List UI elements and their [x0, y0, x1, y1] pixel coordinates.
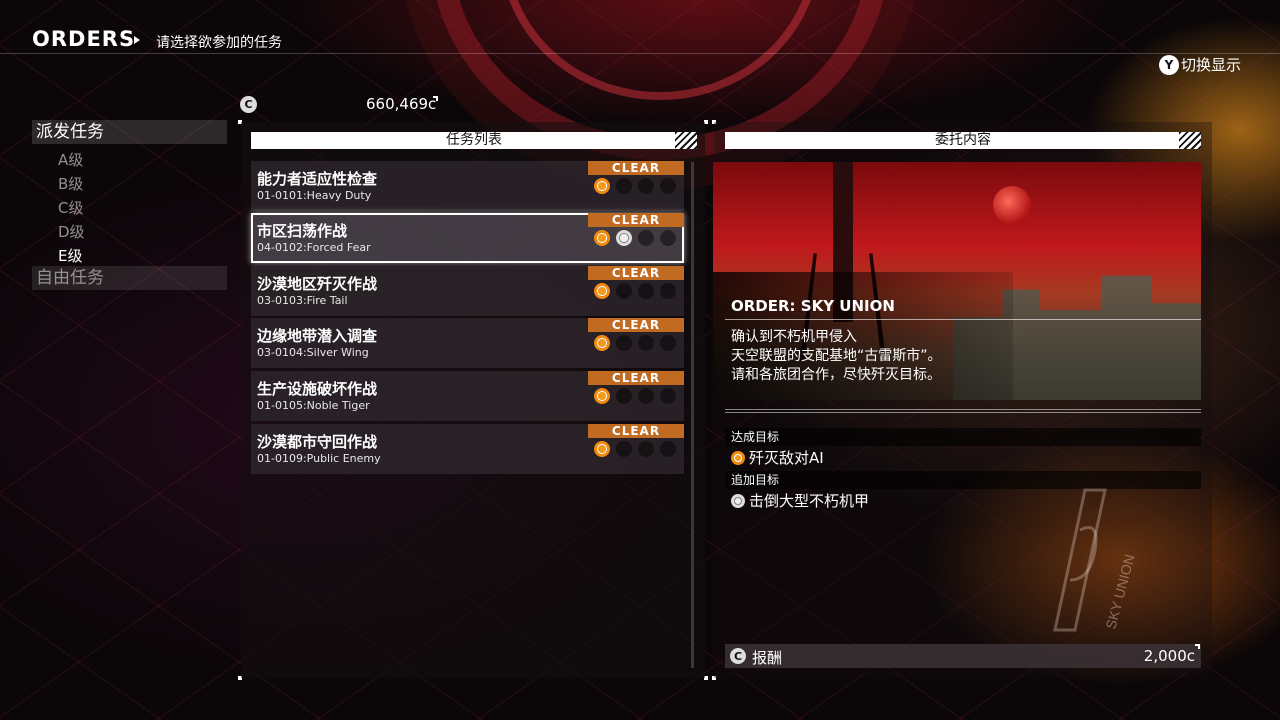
- empty-medal-icon: [616, 335, 632, 351]
- mission-row[interactable]: 沙漠地区歼灭作战 03-0103:Fire Tail CLEAR: [251, 266, 684, 316]
- clear-badge: CLEAR: [588, 266, 684, 280]
- toggle-display-button[interactable]: Y 切换显示: [1159, 54, 1241, 75]
- order-description-line: 确认到不朽机甲侵入: [731, 329, 857, 345]
- mission-code: 04-0102:Forced Fear: [257, 241, 371, 254]
- gold-medal-icon: [594, 283, 610, 299]
- toggle-display-label: 切换显示: [1181, 56, 1242, 74]
- credit-icon: C: [240, 96, 257, 113]
- mission-title: 生产设施破坏作战: [257, 380, 378, 398]
- empty-medal-icon: [638, 441, 654, 457]
- mission-title: 沙漠都市守回作战: [257, 433, 378, 451]
- order-description-line: 天空联盟的支配基地“古雷斯市”。: [731, 348, 942, 364]
- emblem-text: SKY UNION: [1102, 552, 1135, 630]
- mission-list-scrollbar[interactable]: [691, 162, 694, 668]
- empty-medal-icon: [660, 388, 676, 404]
- divider: [725, 412, 1201, 413]
- silver-medal-icon: [616, 230, 632, 246]
- sidebar-rank-a[interactable]: A级: [58, 149, 83, 170]
- top-header: ORDERS 请选择欲参加的任务: [0, 0, 1280, 54]
- empty-medal-icon: [616, 388, 632, 404]
- mission-row[interactable]: 边缘地带潜入调查 03-0104:Silver Wing CLEAR: [251, 318, 684, 368]
- medal-row: [594, 441, 676, 457]
- page-subtitle: 请选择欲参加的任务: [156, 35, 282, 51]
- mission-code: 03-0103:Fire Tail: [257, 294, 348, 307]
- divider: [725, 319, 1201, 320]
- breadcrumb-arrow-icon: [134, 36, 140, 44]
- sky-union-emblem: SKY UNION: [1053, 488, 1135, 632]
- preview-moon: [993, 186, 1031, 224]
- empty-medal-icon: [616, 178, 632, 194]
- sidebar-category-dispatch[interactable]: 派发任务: [32, 120, 227, 144]
- gold-medal-icon: [594, 441, 610, 457]
- reward-value: 2,000c: [1143, 647, 1195, 665]
- y-button-icon: Y: [1159, 54, 1179, 75]
- bonus-objective-text: 击倒大型不朽机甲: [749, 492, 870, 510]
- mission-title: 市区扫荡作战: [257, 222, 348, 240]
- mission-title: 沙漠地区歼灭作战: [257, 275, 378, 293]
- mission-row[interactable]: 沙漠都市守回作战 01-0109:Public Enemy CLEAR: [251, 424, 684, 474]
- mission-row[interactable]: 生产设施破坏作战 01-0105:Noble Tiger CLEAR: [251, 371, 684, 421]
- empty-medal-icon: [638, 283, 654, 299]
- mission-title: 能力者适应性检查: [257, 170, 378, 188]
- medal-row: [594, 178, 676, 194]
- corner-mark: [433, 96, 438, 101]
- empty-medal-icon: [660, 335, 676, 351]
- gold-medal-icon: [594, 178, 610, 194]
- empty-medal-icon: [616, 441, 632, 457]
- empty-medal-icon: [638, 335, 654, 351]
- credit-icon: C: [730, 648, 746, 664]
- sidebar-rank-b[interactable]: B级: [58, 173, 83, 194]
- mission-code: 03-0104:Silver Wing: [257, 346, 369, 359]
- mission-row-selected[interactable]: 市区扫荡作战 04-0102:Forced Fear CLEAR: [251, 213, 684, 263]
- reward-label: 报酬: [752, 649, 783, 667]
- order-description-line: 请和各旅团合作，尽快歼灭目标。: [731, 367, 941, 383]
- medal-row: [594, 335, 676, 351]
- mission-code: 01-0109:Public Enemy: [257, 452, 381, 465]
- gold-medal-icon: [594, 230, 610, 246]
- empty-medal-icon: [638, 178, 654, 194]
- sidebar-rank-d[interactable]: D级: [58, 221, 85, 242]
- mission-detail-header: 委托内容: [725, 132, 1201, 149]
- mission-title: 边缘地带潜入调查: [257, 327, 378, 345]
- divider: [725, 409, 1201, 410]
- empty-medal-icon: [660, 230, 676, 246]
- empty-medal-icon: [638, 388, 654, 404]
- medal-row: [594, 388, 676, 404]
- empty-medal-icon: [660, 441, 676, 457]
- order-title: ORDER: SKY UNION: [731, 297, 895, 315]
- gold-medal-icon: [594, 388, 610, 404]
- clear-badge: CLEAR: [588, 161, 684, 175]
- objective-text: 歼灭敌对AI: [749, 449, 824, 467]
- sidebar-rank-c[interactable]: C级: [58, 197, 83, 218]
- gold-medal-icon: [731, 450, 745, 465]
- corner-mark: [1195, 644, 1200, 649]
- mission-code: 01-0101:Heavy Duty: [257, 189, 372, 202]
- clear-badge: CLEAR: [588, 424, 684, 438]
- clear-badge: CLEAR: [588, 318, 684, 332]
- empty-medal-icon: [616, 283, 632, 299]
- silver-medal-icon: [731, 493, 745, 508]
- empty-medal-icon: [638, 230, 654, 246]
- bonus-objective-item: 击倒大型不朽机甲: [731, 490, 869, 511]
- reward-bar: C 报酬 2,000c: [725, 644, 1201, 668]
- page-title: ORDERS: [32, 27, 136, 51]
- empty-medal-icon: [660, 178, 676, 194]
- objective-header: 达成目标: [725, 428, 1201, 446]
- medal-row: [594, 230, 676, 246]
- gold-medal-icon: [594, 335, 610, 351]
- objective-item: 歼灭敌对AI: [731, 447, 824, 468]
- medal-row: [594, 283, 676, 299]
- mission-code: 01-0105:Noble Tiger: [257, 399, 370, 412]
- mission-row[interactable]: 能力者适应性检查 01-0101:Heavy Duty CLEAR: [251, 161, 684, 211]
- empty-medal-icon: [660, 283, 676, 299]
- clear-badge: CLEAR: [588, 371, 684, 385]
- clear-badge: CLEAR: [588, 213, 684, 227]
- credit-balance: 660,469c: [366, 95, 437, 113]
- sidebar-rank-e[interactable]: E级: [58, 245, 82, 266]
- mission-list-header: 任务列表: [251, 132, 697, 149]
- sidebar-category-free[interactable]: 自由任务: [32, 266, 227, 290]
